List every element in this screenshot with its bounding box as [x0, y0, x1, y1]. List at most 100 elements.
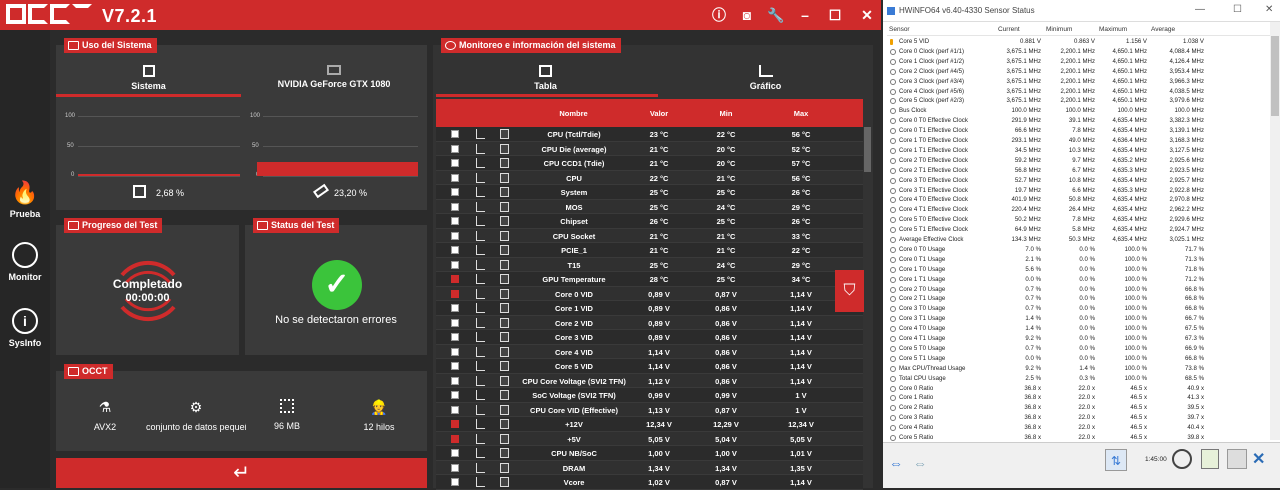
column-header[interactable]: Current — [998, 26, 1020, 33]
table-row[interactable]: CPU CCD1 (Tdie) 21 °C 20 °C 57 °C — [436, 156, 863, 171]
list-item[interactable]: Core 2 T0 Effective Clock 59.2 MHz 9.7 MHz… — [887, 156, 1270, 166]
list-item[interactable]: Core 2 Clock (perf #4/5) 3,675.1 MHz 2,200… — [887, 67, 1270, 77]
list-item[interactable]: Core 2 Ratio 36.8 x 22.0 x 46.5 x 39.5 x — [887, 403, 1270, 413]
nav-arrows-icon[interactable]: ⇔ — [889, 455, 903, 471]
table-row[interactable]: PCIE_1 21 °C 21 °C 22 °C — [436, 243, 863, 258]
column-header[interactable]: Sensor — [889, 26, 910, 33]
hwinfo-scrollbar-thumb[interactable] — [1271, 36, 1279, 116]
row-checkbox[interactable] — [451, 449, 459, 457]
row-checkbox[interactable] — [451, 304, 459, 312]
list-item[interactable]: Core 4 Clock (perf #5/6) 3,675.1 MHz 2,200… — [887, 87, 1270, 97]
list-item[interactable]: Core 3 T0 Usage 0.7 % 0.0 % 100.0 % 66.8 % — [887, 304, 1270, 314]
list-item[interactable]: Core 5 VID 0.881 V 0.863 V 1.156 V 1.038 V — [887, 37, 1270, 47]
table-row[interactable]: Core 2 VID 0,89 V 0,86 V 1,14 V — [436, 315, 863, 330]
row-checkbox[interactable] — [451, 144, 459, 153]
list-item[interactable]: Core 1 Ratio 36.8 x 22.0 x 46.5 x 41.3 x — [887, 393, 1270, 403]
column-header[interactable]: Valor — [636, 109, 682, 118]
row-checkbox[interactable] — [451, 347, 459, 356]
table-row[interactable]: MOS 25 °C 24 °C 29 °C — [436, 199, 863, 214]
list-item[interactable]: Core 3 Ratio 36.8 x 22.0 x 46.5 x 39.7 x — [887, 413, 1270, 423]
list-item[interactable]: Core 2 T1 Usage 0.7 % 0.0 % 100.0 % 66.8 % — [887, 294, 1270, 304]
list-item[interactable]: Core 5 Clock (perf #2/3) 3,675.1 MHz 2,200… — [887, 96, 1270, 106]
table-scrollbar[interactable] — [864, 127, 871, 488]
list-item[interactable]: Core 0 Clock (perf #1/1) 3,675.1 MHz 2,200… — [887, 47, 1270, 57]
tab-gpu[interactable]: NVIDIA GeForce GTX 1080 — [241, 65, 427, 89]
table-row[interactable]: Vcore 1,02 V 0,87 V 1,14 V — [436, 475, 863, 490]
table-row[interactable]: Chipset 26 °C 25 °C 26 °C — [436, 214, 863, 229]
table-row[interactable]: CPU Die (average) 21 °C 20 °C 52 °C — [436, 141, 863, 156]
table-row[interactable]: CPU Core Voltage (SVI2 TFN) 1,12 V 0,86 V 1… — [436, 373, 863, 388]
nav-item-prueba[interactable]: 🔥 Prueba — [0, 180, 50, 219]
list-item[interactable]: Core 2 T1 Effective Clock 56.8 MHz 6.7 MHz… — [887, 166, 1270, 176]
row-checkbox[interactable] — [451, 275, 459, 283]
table-row[interactable]: Core 1 VID 0,89 V 0,86 V 1,14 V — [436, 301, 863, 316]
table-row[interactable]: CPU Core VID (Effective) 1,13 V 0,87 V 1 V — [436, 402, 863, 417]
table-row[interactable]: DRAM 1,34 V 1,34 V 1,35 V — [436, 460, 863, 475]
close-icon[interactable]: ✕ — [858, 6, 876, 24]
camera-icon[interactable]: ◙ — [738, 6, 756, 24]
row-checkbox[interactable] — [451, 391, 459, 399]
list-item[interactable]: Core 5 T0 Usage 0.7 % 0.0 % 100.0 % 66.9 % — [887, 344, 1270, 354]
report-icon[interactable] — [1201, 449, 1219, 469]
nav-arrows-icon[interactable]: ⇔ — [913, 455, 927, 471]
row-checkbox[interactable] — [451, 318, 459, 327]
list-item[interactable]: Core 0 T0 Effective Clock 291.9 MHz 39.1 M… — [887, 116, 1270, 126]
row-checkbox[interactable] — [451, 434, 459, 443]
row-checkbox[interactable] — [451, 246, 459, 254]
table-row[interactable]: SoC Voltage (SVI2 TFN) 0,99 V 0,99 V 1 V — [436, 388, 863, 403]
close-icon[interactable]: ✕ — [1252, 449, 1265, 469]
list-item[interactable]: Core 4 T0 Usage 1.4 % 0.0 % 100.0 % 67.5 % — [887, 324, 1270, 334]
row-checkbox[interactable] — [451, 478, 459, 486]
row-checkbox[interactable] — [451, 231, 459, 240]
list-item[interactable]: Core 1 T0 Effective Clock 293.1 MHz 49.0 M… — [887, 136, 1270, 146]
network-icon[interactable]: ⇅ — [1105, 449, 1127, 471]
list-item[interactable]: Core 5 T1 Usage 0.0 % 0.0 % 100.0 % 66.8 % — [887, 354, 1270, 364]
start-test-button[interactable]: ↵ — [56, 458, 427, 488]
minimize-icon[interactable]: — — [1195, 4, 1205, 15]
table-row[interactable]: T15 25 °C 24 °C 29 °C — [436, 257, 863, 272]
table-row[interactable]: +5V 5,05 V 5,04 V 5,05 V — [436, 431, 863, 446]
list-item[interactable]: Core 0 T1 Usage 2.1 % 0.0 % 100.0 % 71.3 % — [887, 255, 1270, 265]
tab-grafico[interactable]: Gráfico — [658, 65, 873, 91]
row-checkbox[interactable] — [451, 362, 459, 370]
list-item[interactable]: Core 1 Clock (perf #1/2) 3,675.1 MHz 2,200… — [887, 57, 1270, 67]
wrench-icon[interactable]: 🔧 — [767, 6, 785, 24]
table-row[interactable]: GPU Temperature 28 °C 25 °C 34 °C — [436, 272, 863, 287]
list-item[interactable]: Max CPU/Thread Usage 9.2 % 1.4 % 100.0 % 73.… — [887, 364, 1270, 374]
table-row[interactable]: CPU Socket 21 °C 21 °C 33 °C — [436, 228, 863, 243]
column-header[interactable]: Maximum — [1099, 26, 1127, 33]
tab-sistema[interactable]: Sistema — [56, 65, 241, 91]
table-row[interactable]: Core 0 VID 0,89 V 0,87 V 1,14 V — [436, 286, 863, 301]
list-item[interactable]: Core 1 T1 Effective Clock 34.5 MHz 10.3 MH… — [887, 146, 1270, 156]
table-row[interactable]: System 25 °C 25 °C 26 °C — [436, 185, 863, 200]
maximize-icon[interactable]: ☐ — [826, 6, 844, 24]
row-checkbox[interactable] — [451, 405, 459, 414]
list-item[interactable]: Core 0 T0 Usage 7.0 % 0.0 % 100.0 % 71.7 % — [887, 245, 1270, 255]
row-checkbox[interactable] — [451, 260, 459, 269]
row-checkbox[interactable] — [451, 202, 459, 211]
list-item[interactable]: Core 4 T1 Usage 9.2 % 0.0 % 100.0 % 67.3 % — [887, 334, 1270, 344]
table-row[interactable]: Core 5 VID 1,14 V 0,86 V 1,14 V — [436, 359, 863, 374]
table-row[interactable]: +12V 12,34 V 12,29 V 12,34 V — [436, 417, 863, 432]
info-icon[interactable]: ⓘ — [710, 6, 728, 24]
list-item[interactable]: Core 0 T1 Effective Clock 66.6 MHz 7.8 MHz… — [887, 126, 1270, 136]
list-item[interactable]: Core 5 T1 Effective Clock 64.9 MHz 5.8 MHz… — [887, 225, 1270, 235]
clock-icon[interactable] — [1172, 449, 1192, 469]
column-header[interactable]: Max — [781, 109, 821, 118]
list-item[interactable]: Core 5 T0 Effective Clock 50.2 MHz 7.8 MHz… — [887, 215, 1270, 225]
nav-item-sysinfo[interactable]: i SysInfo — [0, 308, 50, 348]
table-row[interactable]: Core 4 VID 1,14 V 0,86 V 1,14 V — [436, 344, 863, 359]
row-checkbox[interactable] — [451, 188, 459, 196]
list-item[interactable]: Core 0 Ratio 36.8 x 22.0 x 46.5 x 40.9 x — [887, 384, 1270, 394]
table-row[interactable]: CPU (Tctl/Tdie) 23 °C 22 °C 56 °C — [436, 127, 863, 142]
list-item[interactable]: Core 4 Ratio 36.8 x 22.0 x 46.5 x 40.4 x — [887, 423, 1270, 433]
list-item[interactable]: Total CPU Usage 2.5 % 0.3 % 100.0 % 68.5 % — [887, 374, 1270, 384]
list-item[interactable]: Core 1 T0 Usage 5.6 % 0.0 % 100.0 % 71.8 % — [887, 265, 1270, 275]
row-checkbox[interactable] — [451, 217, 459, 225]
list-item[interactable]: Core 4 T0 Effective Clock 401.9 MHz 50.8 M… — [887, 195, 1270, 205]
maximize-icon[interactable]: ☐ — [1233, 4, 1242, 15]
table-row[interactable]: Core 3 VID 0,89 V 0,86 V 1,14 V — [436, 330, 863, 345]
row-checkbox[interactable] — [451, 130, 459, 138]
filter-button[interactable]: ⛉ — [835, 270, 864, 312]
list-item[interactable]: Core 4 T1 Effective Clock 220.4 MHz 26.4 M… — [887, 205, 1270, 215]
